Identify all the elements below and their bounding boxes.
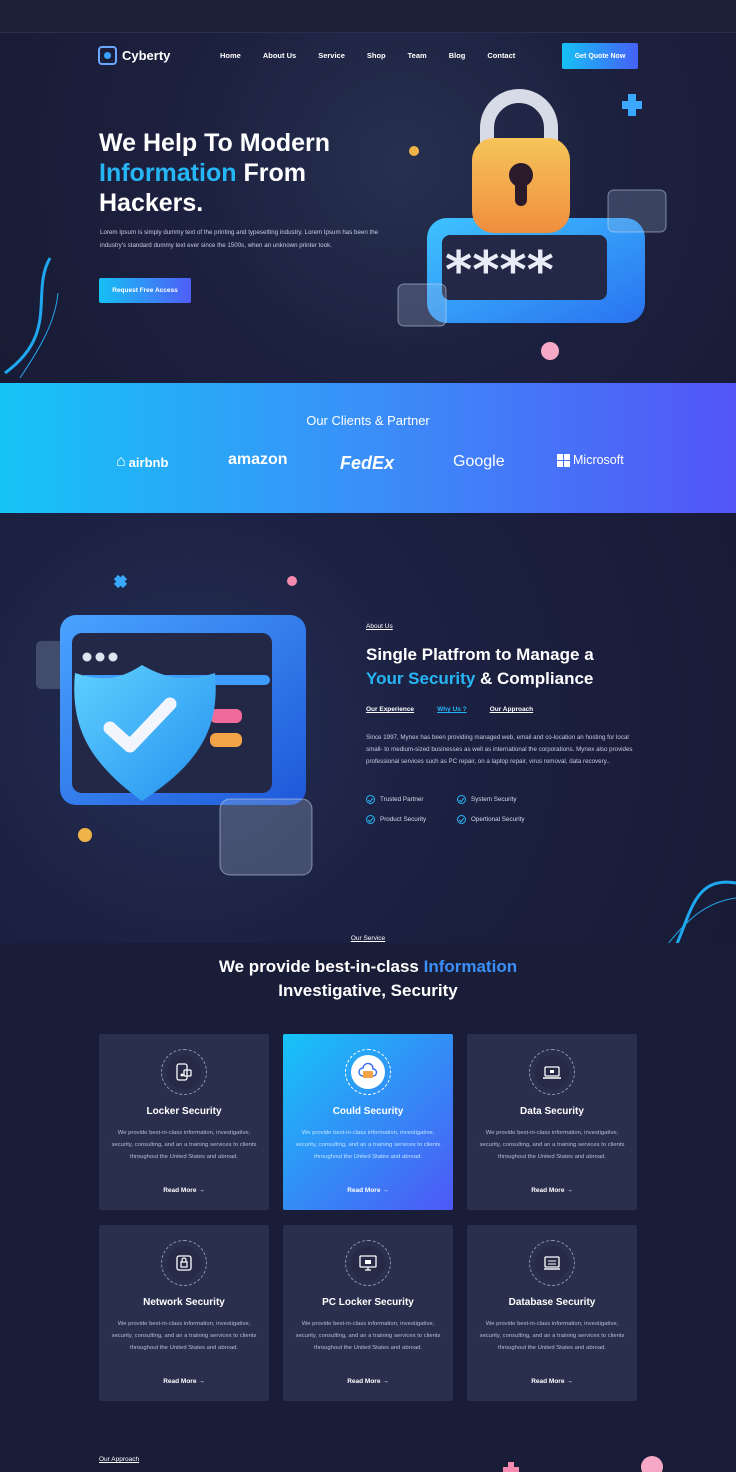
- feature-item: Trusted Partner: [366, 795, 424, 804]
- tab-our-experience[interactable]: Our Experience: [366, 706, 414, 713]
- check-circle-icon: [457, 815, 466, 824]
- main-menu: Home About Us Service Shop Team Blog Con…: [220, 51, 537, 60]
- client-logo-microsoft: Microsoft: [557, 453, 624, 467]
- check-circle-icon: [366, 815, 375, 824]
- card-text: We provide best-in-class information, in…: [479, 1130, 625, 1160]
- read-more-link[interactable]: Read More →: [283, 1378, 453, 1385]
- nav-service[interactable]: Service: [318, 51, 345, 60]
- nav-team[interactable]: Team: [408, 51, 427, 60]
- locker-icon: [161, 1049, 207, 1095]
- hero-title: We Help To Modern Information From Hacke…: [99, 129, 331, 217]
- read-more-link[interactable]: Read More →: [467, 1187, 637, 1194]
- arrow-right-icon: →: [382, 1187, 389, 1194]
- read-more-link[interactable]: Read More →: [283, 1187, 453, 1194]
- services-label: Our Service: [350, 935, 386, 942]
- pc-lock-icon: [345, 1240, 391, 1286]
- feature-item: Opertional Security: [457, 815, 525, 824]
- card-text: We provide best-in-class information, in…: [111, 1130, 257, 1160]
- top-strip: [0, 0, 736, 33]
- nav-shop[interactable]: Shop: [367, 51, 386, 60]
- microsoft-icon: [557, 453, 570, 467]
- bottom-decoration: [503, 1456, 663, 1472]
- nav-contact[interactable]: Contact: [487, 51, 515, 60]
- client-logo-amazon: amazon: [228, 451, 288, 468]
- laptop-lock-icon: [529, 1049, 575, 1095]
- navbar: Cyberty Home About Us Service Shop Team …: [98, 43, 638, 69]
- read-more-link[interactable]: Read More →: [467, 1378, 637, 1385]
- service-card-locker[interactable]: Locker Security We provide best-in-class…: [99, 1034, 269, 1210]
- card-title: Could Security: [332, 1106, 404, 1117]
- about-title-accent: Your Security: [366, 669, 476, 688]
- about-title: Single Platfrom to Manage a Your Securit…: [366, 645, 594, 688]
- cloud-card-icon: [345, 1049, 391, 1095]
- about-description: Since 1997, Mynex has been providing man…: [366, 734, 633, 765]
- card-text: We provide best-in-class information, in…: [295, 1130, 441, 1160]
- card-text: We provide best-in-class information, in…: [111, 1321, 257, 1351]
- read-more-link[interactable]: Read More →: [99, 1187, 269, 1194]
- nav-home[interactable]: Home: [220, 51, 241, 60]
- service-card-data[interactable]: Data Security We provide best-in-class i…: [467, 1034, 637, 1210]
- clients-section: Our Clients & Partner ⌂ airbnb amazon Fed…: [0, 383, 736, 513]
- arrow-right-icon: →: [566, 1187, 573, 1194]
- nav-about-us[interactable]: About Us: [263, 51, 296, 60]
- network-lock-icon: [161, 1240, 207, 1286]
- hero-description: Lorem Ipsum is simply dummy text of the …: [100, 229, 379, 249]
- database-lock-icon: [529, 1240, 575, 1286]
- approach-label: Our Approach: [99, 1456, 140, 1463]
- swoosh-decoration: [4, 257, 59, 379]
- logo-text: Cyberty: [122, 48, 171, 63]
- card-title: Database Security: [508, 1297, 596, 1308]
- card-title: Data Security: [520, 1106, 584, 1117]
- logo-icon: [98, 46, 117, 65]
- hero-title-accent: Information: [99, 159, 237, 187]
- password-mask: ****: [445, 241, 554, 301]
- get-quote-button[interactable]: Get Quote Now: [562, 43, 638, 69]
- arrow-right-icon: →: [566, 1378, 573, 1385]
- service-card-database[interactable]: Database Security We provide best-in-cla…: [467, 1225, 637, 1401]
- card-title: PC Locker Security: [322, 1297, 414, 1308]
- check-circle-icon: [457, 795, 466, 804]
- arrow-right-icon: →: [198, 1187, 205, 1194]
- shield-illustration: [36, 574, 313, 876]
- about-label: About Us: [366, 623, 393, 630]
- lock-illustration: ****: [397, 89, 667, 360]
- tab-our-approach[interactable]: Our Approach: [490, 706, 533, 713]
- services-title-accent: Information: [423, 957, 518, 976]
- nav-blog[interactable]: Blog: [449, 51, 466, 60]
- card-title: Locker Security: [146, 1106, 222, 1117]
- tab-why-us[interactable]: Why Us ?: [437, 706, 467, 713]
- logo[interactable]: Cyberty: [98, 46, 170, 65]
- clients-title: Our Clients & Partner: [306, 413, 430, 428]
- hero-section: Cyberty Home About Us Service Shop Team …: [0, 33, 736, 383]
- request-free-access-button[interactable]: Request Free Access: [99, 278, 191, 303]
- arrow-right-icon: →: [382, 1378, 389, 1385]
- feature-item: Product Security: [366, 815, 426, 824]
- arrow-right-icon: →: [198, 1378, 205, 1385]
- card-title: Network Security: [143, 1297, 225, 1308]
- check-circle-icon: [366, 795, 375, 804]
- client-logo-fedex: FedEx: [340, 453, 395, 473]
- read-more-link[interactable]: Read More →: [99, 1378, 269, 1385]
- card-text: We provide best-in-class information, in…: [479, 1321, 625, 1351]
- about-tabs: Our Experience Why Us ? Our Approach: [366, 706, 556, 713]
- service-card-network[interactable]: Network Security We provide best-in-clas…: [99, 1225, 269, 1401]
- service-card-cloud[interactable]: Could Security We provide best-in-class …: [283, 1034, 453, 1210]
- about-section: About Us Single Platfrom to Manage a You…: [0, 513, 736, 995]
- client-logo-google: Google: [453, 453, 505, 470]
- services-section: Our Service We provide best-in-class Inf…: [0, 935, 736, 1472]
- airbnb-icon: ⌂: [116, 453, 126, 470]
- service-card-pc-locker[interactable]: PC Locker Security We provide best-in-cl…: [283, 1225, 453, 1401]
- client-logo-airbnb: ⌂ airbnb: [116, 453, 169, 470]
- card-text: We provide best-in-class information, in…: [295, 1321, 441, 1351]
- feature-item: System Security: [457, 795, 517, 804]
- services-title: We provide best-in-class Information Inv…: [218, 957, 518, 1000]
